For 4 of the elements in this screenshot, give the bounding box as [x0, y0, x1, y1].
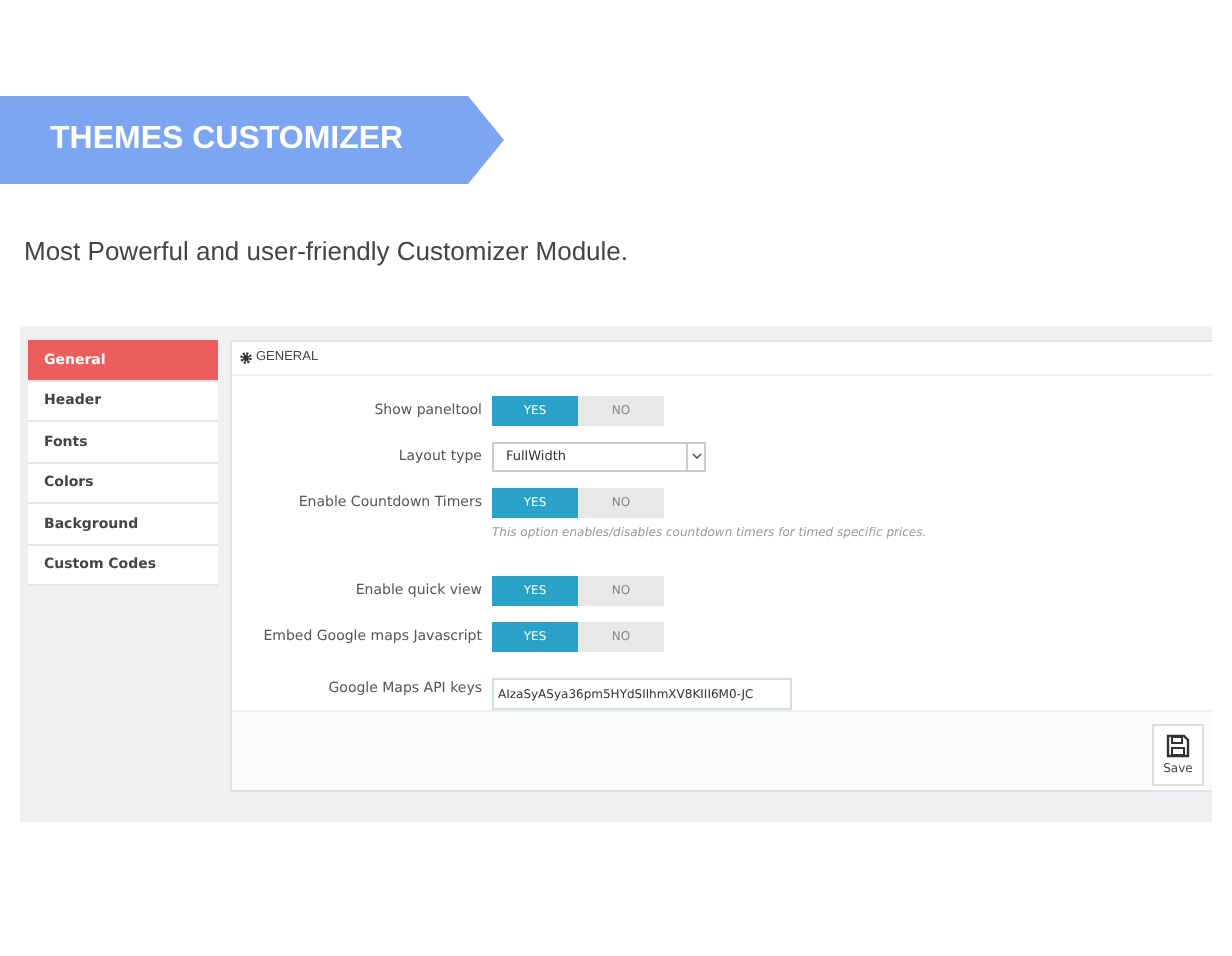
caret-icon — [691, 452, 701, 460]
subtitle: Most Powerful and user-friendly Customizer Module. — [24, 236, 631, 266]
banner-title: THEMES CUSTOMIZER — [0, 96, 504, 184]
gear-icon — [240, 351, 252, 364]
